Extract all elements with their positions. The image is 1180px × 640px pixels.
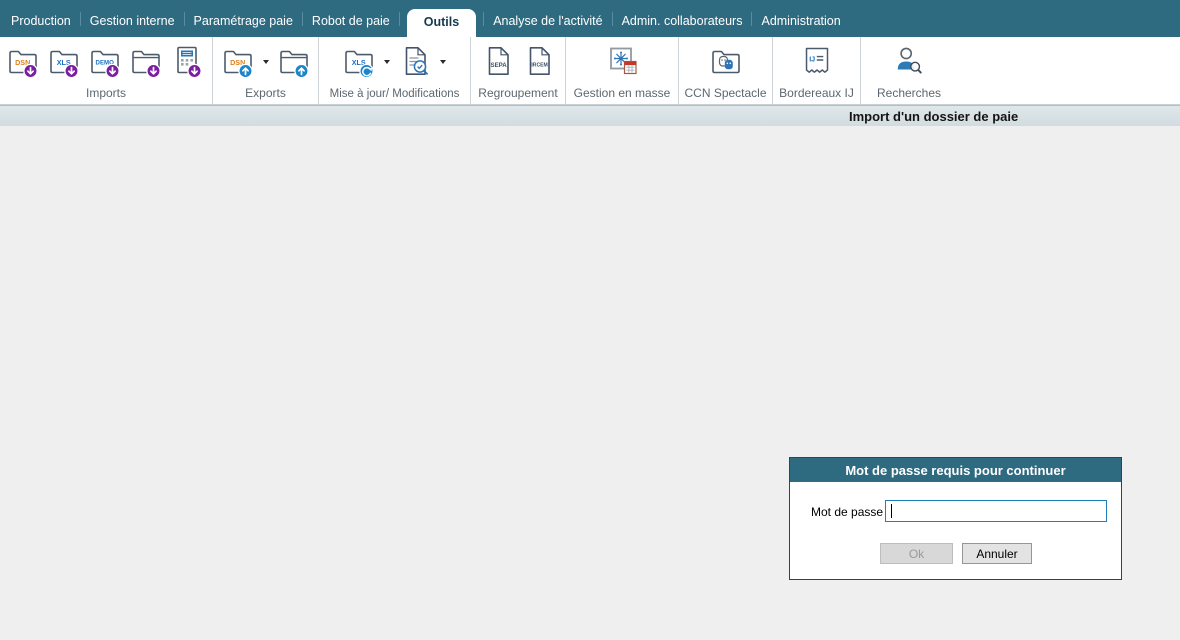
- ribbon-group-recherches: Recherches: [861, 37, 957, 104]
- folder-open-upload-icon: [278, 43, 309, 79]
- password-dialog: Mot de passe requis pour continuer Mot d…: [789, 457, 1122, 580]
- group-label-mise-a-jour: Mise à jour/ Modifications: [329, 88, 460, 100]
- document-ircem-icon: IRCEM: [529, 46, 550, 75]
- sepa-button[interactable]: SEPA: [482, 43, 514, 81]
- dropdown-arrow-icon[interactable]: [440, 60, 446, 67]
- person-search-icon: [897, 47, 922, 74]
- import-dsn-button[interactable]: DSN: [7, 43, 39, 81]
- application-window: Production Gestion interne Paramétrage p…: [0, 0, 1180, 640]
- panel-header: Import d'un dossier de paie: [0, 105, 1180, 126]
- tab-admin-collaborateurs[interactable]: Admin. collaborateurs: [613, 9, 752, 37]
- recherches-button[interactable]: [893, 43, 925, 81]
- batch-calendar-icon: [610, 47, 637, 75]
- tab-analyse-activite[interactable]: Analyse de l'activité: [484, 9, 611, 37]
- folder-xls-download-icon: XLS: [50, 50, 79, 79]
- export-dsn-button[interactable]: DSN: [222, 43, 254, 81]
- bordereaux-ij-button[interactable]: IJ: [801, 43, 833, 81]
- password-input[interactable]: [885, 500, 1107, 522]
- form-download-icon: [177, 46, 202, 79]
- group-label-imports: Imports: [85, 86, 126, 100]
- tab-parametrage-paie[interactable]: Paramétrage paie: [185, 9, 302, 37]
- export-folder-button[interactable]: [278, 43, 310, 81]
- svg-text:SEPA: SEPA: [490, 62, 507, 69]
- svg-text:IRCEM: IRCEM: [531, 63, 547, 69]
- group-label-recherches: Recherches: [876, 86, 942, 100]
- dropdown-arrow-icon[interactable]: [262, 60, 269, 67]
- tab-separator: [398, 12, 400, 26]
- ribbon-group-mise-a-jour: XLS Mise à jour/ Modifications: [319, 37, 471, 104]
- receipt-ij-icon: IJ: [805, 47, 828, 73]
- group-label-exports: Exports: [245, 86, 286, 100]
- folder-theater-masks-icon: [711, 50, 740, 74]
- ribbon-group-ccn-spectacle: CCN Spectacle: [679, 37, 773, 104]
- group-label-regroupement: Regroupement: [478, 86, 558, 100]
- text-caret: [891, 504, 892, 518]
- ribbon-toolbar: DSN XLS DEMO Imports DSN Exports XLS Mis…: [0, 37, 1180, 105]
- folder-dsn-download-icon: DSN: [9, 50, 38, 79]
- tab-gestion-interne[interactable]: Gestion interne: [81, 9, 184, 37]
- import-xls-button[interactable]: XLS: [48, 43, 80, 81]
- panel-title: Import d'un dossier de paie: [849, 109, 1019, 124]
- ribbon-group-gestion-en-masse: Gestion en masse: [566, 37, 679, 104]
- import-folder-button[interactable]: [130, 43, 162, 81]
- ribbon-group-bordereaux-ij: IJ Bordereaux IJ: [773, 37, 861, 104]
- document-sepa-icon: SEPA: [488, 46, 509, 75]
- ribbon-group-imports: DSN XLS DEMO Imports: [0, 37, 213, 104]
- ircem-button[interactable]: IRCEM: [523, 43, 555, 81]
- tab-robot-de-paie[interactable]: Robot de paie: [303, 9, 399, 37]
- import-demo-button[interactable]: DEMO: [89, 43, 121, 81]
- ok-button[interactable]: Ok: [880, 543, 953, 564]
- ribbon-group-exports: DSN Exports: [213, 37, 319, 104]
- ccn-spectacle-button[interactable]: [710, 43, 742, 81]
- group-label-ccn-spectacle: CCN Spectacle: [684, 86, 767, 100]
- dialog-title: Mot de passe requis pour continuer: [790, 458, 1121, 482]
- password-label: Mot de passe: [811, 505, 884, 519]
- main-content: Mot de passe requis pour continuer Mot d…: [0, 127, 1180, 640]
- folder-xls-refresh-icon: XLS: [345, 50, 374, 79]
- update-xls-button[interactable]: XLS: [343, 43, 375, 81]
- ribbon-group-regroupement: SEPA IRCEM Regroupement: [471, 37, 566, 104]
- password-input-wrap: [885, 500, 1107, 522]
- folder-dsn-upload-icon: DSN: [223, 50, 253, 79]
- dropdown-arrow-icon[interactable]: [384, 60, 390, 67]
- tab-outils[interactable]: Outils: [406, 9, 477, 37]
- group-label-bordereaux-ij: Bordereaux IJ: [779, 86, 854, 100]
- folder-open-download-icon: [130, 43, 161, 79]
- tab-administration[interactable]: Administration: [752, 9, 849, 37]
- document-search-check-icon: [405, 46, 428, 75]
- tab-production[interactable]: Production: [2, 9, 80, 37]
- folder-demo-download-icon: DEMO: [91, 50, 120, 79]
- svg-text:IJ: IJ: [809, 54, 815, 63]
- gestion-en-masse-button[interactable]: [606, 43, 638, 81]
- modifications-button[interactable]: [399, 43, 431, 81]
- menu-bar: Production Gestion interne Paramétrage p…: [0, 0, 1180, 37]
- group-label-gestion-en-masse: Gestion en masse: [573, 86, 671, 100]
- cancel-button[interactable]: Annuler: [962, 543, 1032, 564]
- import-payslip-button[interactable]: [171, 43, 203, 81]
